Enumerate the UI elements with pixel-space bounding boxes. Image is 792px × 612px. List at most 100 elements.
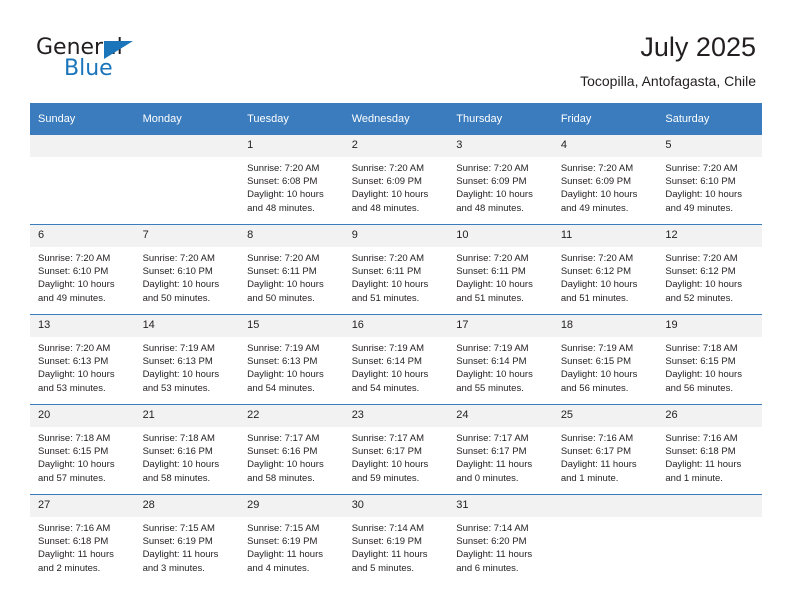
day-cell[interactable]: 31 Sunrise: 7:14 AM Sunset: 6:20 PM Dayl… — [448, 494, 553, 584]
daylight-line-2: and 56 minutes. — [665, 382, 733, 394]
day-cell[interactable] — [552, 494, 658, 584]
daylight-line-1: Daylight: 10 hours — [351, 279, 429, 291]
daylight-line-2: and 56 minutes. — [560, 382, 629, 394]
daylight-line-1: Daylight: 10 hours — [247, 369, 324, 381]
sunset-line: Sunset: 6:16 PM — [247, 446, 318, 458]
day-details: Sunrise: 7:20 AM Sunset: 6:08 PM Dayligh… — [239, 157, 344, 215]
daylight-line-2: and 51 minutes. — [456, 292, 524, 304]
sunrise-line: Sunrise: 7:20 AM — [456, 163, 529, 174]
day-cell[interactable]: 15 Sunrise: 7:19 AM Sunset: 6:13 PM Dayl… — [239, 314, 344, 405]
daylight-line-1: Daylight: 10 hours — [351, 189, 429, 201]
day-cell[interactable]: 17 Sunrise: 7:19 AM Sunset: 6:14 PM Dayl… — [448, 314, 553, 405]
sunrise-line: Sunrise: 7:16 AM — [665, 433, 738, 444]
daylight-line-2: and 53 minutes. — [38, 382, 106, 394]
daylight-line-1: Daylight: 10 hours — [665, 279, 742, 291]
day-details — [135, 157, 240, 162]
general-blue-logo[interactable]: General Blue — [36, 36, 236, 88]
daylight-line-1: Daylight: 10 hours — [142, 459, 220, 471]
day-number: 17 — [448, 315, 553, 337]
page-title: July 2025 — [640, 32, 756, 62]
day-details: Sunrise: 7:18 AM Sunset: 6:15 PM Dayligh… — [657, 337, 762, 395]
daylight-line-2: and 54 minutes. — [247, 382, 315, 394]
day-cell[interactable]: 3 Sunrise: 7:20 AM Sunset: 6:09 PM Dayli… — [448, 135, 553, 225]
daylight-line-1: Daylight: 11 hours — [665, 459, 742, 471]
day-details: Sunrise: 7:14 AM Sunset: 6:19 PM Dayligh… — [344, 517, 449, 575]
sunrise-line: Sunrise: 7:18 AM — [665, 343, 738, 354]
day-cell[interactable]: 6 Sunrise: 7:20 AM Sunset: 6:10 PM Dayli… — [30, 224, 135, 315]
day-details: Sunrise: 7:20 AM Sunset: 6:10 PM Dayligh… — [30, 247, 135, 305]
daylight-line-2: and 48 minutes. — [247, 202, 315, 214]
daylight-line-2: and 49 minutes. — [665, 202, 733, 214]
sunset-line: Sunset: 6:20 PM — [456, 536, 527, 548]
weekday-header-sunday: Sunday — [30, 103, 135, 135]
day-cell[interactable]: 19 Sunrise: 7:18 AM Sunset: 6:15 PM Dayl… — [657, 314, 762, 405]
weekday-header-wednesday: Wednesday — [343, 103, 449, 135]
day-cell[interactable]: 23 Sunrise: 7:17 AM Sunset: 6:17 PM Dayl… — [343, 404, 449, 495]
week-row: 27 Sunrise: 7:16 AM Sunset: 6:18 PM Dayl… — [30, 494, 762, 584]
sunset-line: Sunset: 6:19 PM — [351, 536, 422, 548]
day-cell[interactable]: 28 Sunrise: 7:15 AM Sunset: 6:19 PM Dayl… — [134, 494, 240, 584]
sunset-line: Sunset: 6:16 PM — [142, 446, 213, 458]
day-cell[interactable]: 14 Sunrise: 7:19 AM Sunset: 6:13 PM Dayl… — [134, 314, 240, 405]
daylight-line-2: and 6 minutes. — [456, 562, 519, 574]
day-cell[interactable]: 10 Sunrise: 7:20 AM Sunset: 6:11 PM Dayl… — [448, 224, 553, 315]
day-cell[interactable]: 9 Sunrise: 7:20 AM Sunset: 6:11 PM Dayli… — [343, 224, 449, 315]
day-details: Sunrise: 7:20 AM Sunset: 6:09 PM Dayligh… — [448, 157, 553, 215]
day-cell[interactable]: 24 Sunrise: 7:17 AM Sunset: 6:17 PM Dayl… — [448, 404, 553, 495]
day-number: 21 — [134, 405, 240, 427]
daylight-line-1: Daylight: 10 hours — [247, 279, 324, 291]
day-cell[interactable]: 4 Sunrise: 7:20 AM Sunset: 6:09 PM Dayli… — [552, 135, 658, 225]
day-number: 20 — [30, 405, 135, 427]
day-cell[interactable]: 30 Sunrise: 7:14 AM Sunset: 6:19 PM Dayl… — [343, 494, 449, 584]
day-cell[interactable]: 26 Sunrise: 7:16 AM Sunset: 6:18 PM Dayl… — [657, 404, 762, 495]
day-cell[interactable]: 13 Sunrise: 7:20 AM Sunset: 6:13 PM Dayl… — [30, 314, 135, 405]
day-cell[interactable]: 7 Sunrise: 7:20 AM Sunset: 6:10 PM Dayli… — [134, 224, 240, 315]
sunset-line: Sunset: 6:09 PM — [351, 176, 422, 188]
daylight-line-2: and 55 minutes. — [456, 382, 524, 394]
day-number: 29 — [239, 495, 344, 517]
daylight-line-2: and 51 minutes. — [560, 292, 629, 304]
day-cell[interactable]: 5 Sunrise: 7:20 AM Sunset: 6:10 PM Dayli… — [657, 135, 762, 225]
daylight-line-2: and 58 minutes. — [142, 472, 211, 484]
day-details: Sunrise: 7:16 AM Sunset: 6:17 PM Dayligh… — [553, 427, 658, 485]
sunrise-line: Sunrise: 7:18 AM — [38, 433, 111, 444]
day-cell[interactable]: 27 Sunrise: 7:16 AM Sunset: 6:18 PM Dayl… — [30, 494, 135, 584]
daylight-line-2: and 1 minute. — [560, 472, 619, 484]
day-cell[interactable]: 20 Sunrise: 7:18 AM Sunset: 6:15 PM Dayl… — [30, 404, 135, 495]
daylight-line-2: and 1 minute. — [665, 472, 723, 484]
day-details: Sunrise: 7:20 AM Sunset: 6:09 PM Dayligh… — [344, 157, 449, 215]
day-cell[interactable]: 8 Sunrise: 7:20 AM Sunset: 6:11 PM Dayli… — [239, 224, 344, 315]
day-number: 5 — [657, 135, 762, 157]
title-block: July 2025 Tocopilla, Antofagasta, Chile — [580, 30, 756, 90]
day-number: 1 — [239, 135, 344, 157]
daylight-line-1: Daylight: 11 hours — [38, 549, 114, 561]
day-cell[interactable] — [30, 135, 135, 225]
sunset-line: Sunset: 6:10 PM — [665, 176, 736, 188]
daylight-line-2: and 4 minutes. — [247, 562, 310, 574]
day-cell[interactable]: 29 Sunrise: 7:15 AM Sunset: 6:19 PM Dayl… — [239, 494, 344, 584]
day-details: Sunrise: 7:16 AM Sunset: 6:18 PM Dayligh… — [30, 517, 135, 575]
day-number: 19 — [657, 315, 762, 337]
daylight-line-1: Daylight: 10 hours — [351, 459, 429, 471]
sunset-line: Sunset: 6:11 PM — [247, 266, 317, 278]
sunrise-line: Sunrise: 7:14 AM — [456, 523, 529, 534]
day-cell[interactable]: 1 Sunrise: 7:20 AM Sunset: 6:08 PM Dayli… — [239, 135, 344, 225]
day-cell[interactable]: 11 Sunrise: 7:20 AM Sunset: 6:12 PM Dayl… — [552, 224, 658, 315]
day-cell[interactable]: 2 Sunrise: 7:20 AM Sunset: 6:09 PM Dayli… — [343, 135, 449, 225]
day-details: Sunrise: 7:14 AM Sunset: 6:20 PM Dayligh… — [448, 517, 553, 575]
day-cell[interactable]: 16 Sunrise: 7:19 AM Sunset: 6:14 PM Dayl… — [343, 314, 449, 405]
day-cell[interactable]: 18 Sunrise: 7:19 AM Sunset: 6:15 PM Dayl… — [552, 314, 658, 405]
day-cell[interactable]: 21 Sunrise: 7:18 AM Sunset: 6:16 PM Dayl… — [134, 404, 240, 495]
sunset-line: Sunset: 6:11 PM — [456, 266, 526, 278]
day-cell[interactable]: 12 Sunrise: 7:20 AM Sunset: 6:12 PM Dayl… — [657, 224, 762, 315]
day-cell[interactable]: 22 Sunrise: 7:17 AM Sunset: 6:16 PM Dayl… — [239, 404, 344, 495]
daylight-line-1: Daylight: 10 hours — [142, 279, 220, 291]
day-number: 9 — [343, 225, 449, 247]
sunrise-line: Sunrise: 7:16 AM — [38, 523, 111, 534]
daylight-line-2: and 2 minutes. — [38, 562, 101, 574]
day-details: Sunrise: 7:19 AM Sunset: 6:15 PM Dayligh… — [553, 337, 658, 395]
day-cell[interactable]: 25 Sunrise: 7:16 AM Sunset: 6:17 PM Dayl… — [552, 404, 658, 495]
day-number — [134, 135, 240, 157]
day-cell[interactable] — [134, 135, 240, 225]
day-cell[interactable] — [657, 494, 762, 584]
